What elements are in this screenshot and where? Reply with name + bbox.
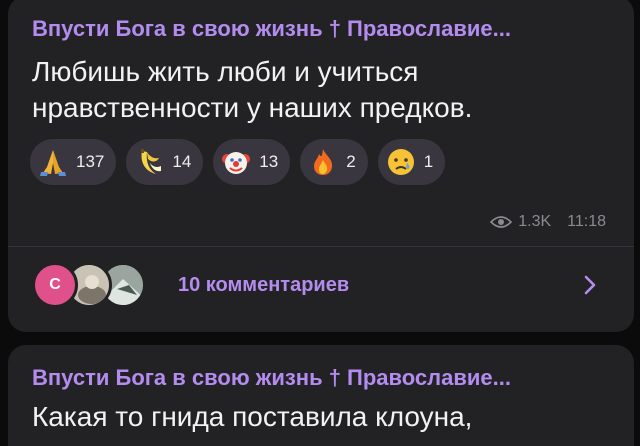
- message-text: Какая то гнида поставила клоуна,: [32, 399, 612, 435]
- reaction-count: 13: [259, 152, 279, 171]
- clown-face-icon: [222, 152, 251, 174]
- eye-icon: [490, 216, 513, 228]
- fire-icon: [314, 149, 333, 175]
- folded-hands-icon: [40, 150, 66, 176]
- post-time: 11:18: [567, 213, 606, 230]
- view-count: 1.3K: [518, 213, 552, 230]
- comments-label: 10 комментариев: [178, 273, 350, 296]
- crying-face-icon: [387, 149, 414, 175]
- reaction-banana[interactable]: 14: [126, 139, 204, 185]
- channel-name[interactable]: Впусти Бога в свою жизнь † Православие..…: [32, 16, 511, 42]
- message-line: Любишь жить люби и учиться: [32, 56, 419, 87]
- channel-post: Впусти Бога в свою жизнь † Православие..…: [8, 0, 634, 332]
- message-line: Какая то гнида поставила клоуна,: [32, 401, 473, 432]
- reaction-count: 14: [172, 152, 192, 171]
- reaction-count: 137: [76, 152, 105, 171]
- divider: [8, 246, 634, 247]
- avatar-initial: С: [49, 276, 61, 293]
- message-line: нравственности у наших предков.: [32, 92, 473, 123]
- reaction-count: 2: [346, 152, 356, 171]
- message-text: Любишь жить люби и учиться нравственност…: [32, 54, 612, 126]
- avatar: С: [32, 262, 78, 308]
- reactions-bar: 137 14 13 2 1: [30, 139, 446, 185]
- channel-post: Впусти Бога в свою жизнь † Православие..…: [8, 345, 634, 446]
- reaction-crying[interactable]: 1: [377, 139, 446, 185]
- banana-icon: [141, 149, 162, 174]
- reaction-fire[interactable]: 2: [300, 139, 368, 185]
- reaction-folded-hands[interactable]: 137: [30, 139, 117, 185]
- post-meta: 1.3K 11:18: [490, 213, 606, 231]
- chevron-right-icon: [584, 275, 596, 295]
- commenter-avatars: С: [32, 260, 162, 310]
- reaction-count: 1: [423, 152, 434, 171]
- channel-name[interactable]: Впусти Бога в свою жизнь † Православие..…: [32, 365, 511, 391]
- reaction-clown[interactable]: 13: [213, 139, 291, 185]
- comments-button[interactable]: С 10 комментариев: [32, 260, 616, 310]
